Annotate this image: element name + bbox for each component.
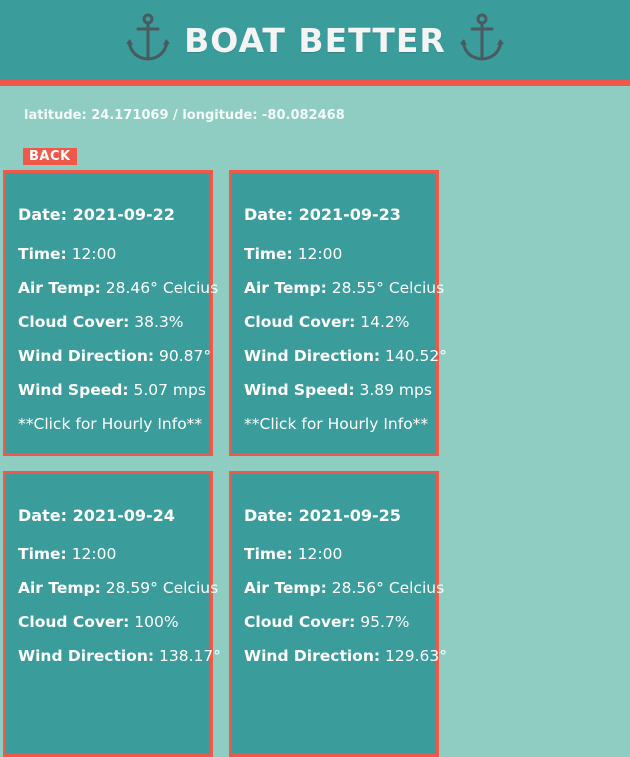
- forecast-card[interactable]: Date: 2021-09-25 Time: 12:00 Air Temp: 2…: [229, 471, 447, 757]
- card-time: Time: 12:00: [18, 245, 117, 263]
- card-date: Date: 2021-09-23: [244, 205, 401, 224]
- card-wind-direction: Wind Direction: 90.87°: [18, 347, 212, 365]
- card-cloud-cover: Cloud Cover: 100%: [18, 613, 179, 631]
- card-date: Date: 2021-09-22: [18, 205, 175, 224]
- card-wind-speed: Wind Speed: 5.07 mps: [18, 381, 206, 399]
- site-title: BOAT BETTER: [184, 20, 446, 60]
- hourly-info-link[interactable]: **Click for Hourly Info**: [244, 415, 428, 433]
- card-time: Time: 12:00: [244, 245, 343, 263]
- card-time: Time: 12:00: [244, 545, 343, 563]
- anchor-icon: [460, 13, 505, 61]
- card-cloud-cover: Cloud Cover: 38.3%: [18, 313, 184, 331]
- card-date: Date: 2021-09-24: [18, 506, 175, 525]
- card-cloud-cover: Cloud Cover: 14.2%: [244, 313, 410, 331]
- hourly-info-link[interactable]: **Click for Hourly Info**: [18, 415, 202, 433]
- card-wind-direction: Wind Direction: 140.52°: [244, 347, 448, 365]
- brand: BOAT BETTER: [0, 4, 630, 76]
- card-cloud-cover: Cloud Cover: 95.7%: [244, 613, 410, 631]
- card-wind-speed: Wind Speed: 3.89 mps: [244, 381, 432, 399]
- location-coordinates: latitude: 24.171069 / longitude: -80.082…: [24, 108, 345, 123]
- card-time: Time: 12:00: [18, 545, 117, 563]
- anchor-icon: [125, 13, 170, 61]
- card-air-temp: Air Temp: 28.59° Celcius: [18, 579, 219, 597]
- card-air-temp: Air Temp: 28.56° Celcius: [244, 579, 445, 597]
- card-air-temp: Air Temp: 28.46° Celcius: [18, 279, 219, 297]
- card-air-temp: Air Temp: 28.55° Celcius: [244, 279, 445, 297]
- forecast-card[interactable]: Date: 2021-09-23 Time: 12:00 Air Temp: 2…: [229, 170, 447, 456]
- back-button[interactable]: BACK: [23, 148, 77, 165]
- card-date: Date: 2021-09-25: [244, 506, 401, 525]
- card-wind-direction: Wind Direction: 138.17°: [18, 647, 222, 665]
- forecast-card[interactable]: Date: 2021-09-22 Time: 12:00 Air Temp: 2…: [3, 170, 218, 456]
- card-wind-direction: Wind Direction: 129.63°: [244, 647, 448, 665]
- forecast-card[interactable]: Date: 2021-09-24 Time: 12:00 Air Temp: 2…: [3, 471, 221, 757]
- site-header: BOAT BETTER: [0, 0, 630, 86]
